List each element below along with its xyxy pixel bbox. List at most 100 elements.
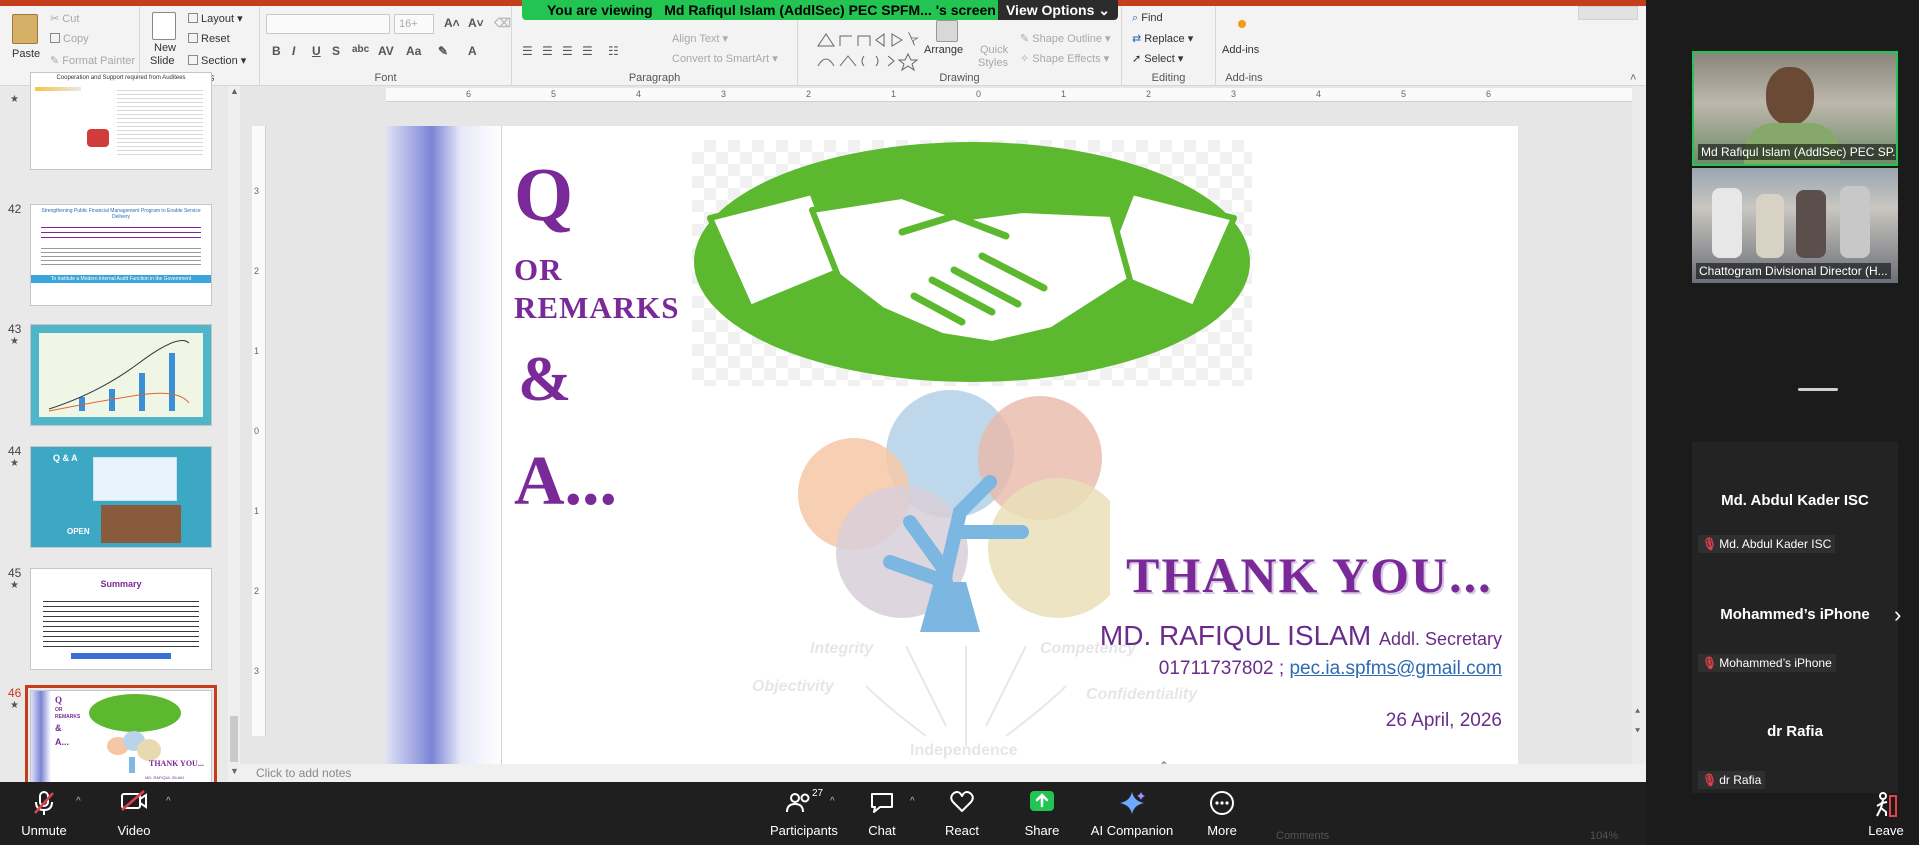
video-panel: Md Rafiqul Islam (AddlSec) PEC SP... Cha…	[1646, 0, 1919, 845]
scroll-up-icon[interactable]: ▲	[230, 86, 239, 96]
columns-icon[interactable]: ☷	[608, 44, 619, 58]
quick-styles-button[interactable]: Quick	[980, 44, 1008, 56]
slide-thumbnail-41[interactable]: Cooperation and Support required from Au…	[30, 72, 212, 170]
participants-button[interactable]: 27 Participants	[770, 782, 838, 845]
video-tile-presenter[interactable]: Md Rafiqul Islam (AddlSec) PEC SP...	[1692, 51, 1898, 166]
align-text-label: Align Text	[672, 33, 720, 45]
video-tile-chattogram[interactable]: Chattogram Divisional Director (H...	[1692, 168, 1898, 283]
notes-pane[interactable]: Click to add notes	[240, 764, 1646, 782]
slide-a-text: A...	[514, 443, 618, 520]
layout-label: Layout	[201, 13, 235, 25]
slide-thumbnail-44[interactable]: Q & A OPEN	[30, 446, 212, 548]
justify-icon[interactable]: ☰	[582, 44, 593, 58]
video-button[interactable]: Video	[104, 782, 164, 845]
presenter-name: MD. RAFIQUL ISLAM Addl. Secretary	[1100, 620, 1502, 652]
thumb-number-43: 43	[8, 322, 22, 336]
align-right-icon[interactable]: ☰	[562, 44, 573, 58]
panel-drag-handle[interactable]	[1798, 388, 1838, 391]
align-center-icon[interactable]: ☰	[542, 44, 553, 58]
thumb-45-footer	[71, 653, 171, 659]
shadow-icon[interactable]: S	[332, 44, 340, 58]
comments-status[interactable]: Comments	[1276, 830, 1329, 842]
align-text-button[interactable]: Align Text ▾	[672, 32, 728, 45]
participant-tile-mohammed-iphone[interactable]: Mohammed’s iPhone 🎙 Mohammed’s iPhone	[1692, 559, 1898, 676]
copy-button[interactable]: Copy	[50, 33, 89, 45]
addins-button[interactable]: Add-ins	[1222, 44, 1259, 56]
prev-slide-icon[interactable]: ⯅	[1634, 706, 1641, 717]
select-button[interactable]: ➚ Select ▾	[1132, 52, 1183, 65]
collapse-ribbon-icon[interactable]: ˄	[1630, 72, 1636, 84]
thumbnail-scroll-thumb[interactable]	[230, 716, 238, 762]
font-color-icon[interactable]: A	[468, 44, 477, 58]
cut-button[interactable]: ✂ Cut	[50, 12, 79, 25]
zoom-level[interactable]: 104%	[1590, 830, 1618, 842]
shape-outline-button[interactable]: ✎ Shape Outline ▾	[1020, 32, 1111, 45]
editor-scrollbar[interactable]: ⯅ ⯆	[1632, 86, 1646, 764]
presenter-email-link[interactable]: pec.ia.spfms@gmail.com	[1289, 658, 1502, 679]
next-slide-icon[interactable]: ⯆	[1634, 726, 1641, 737]
ai-companion-label: AI Companion	[1090, 823, 1174, 838]
grow-font-icon[interactable]: A˄	[444, 16, 460, 30]
share-banner-presenter: Md Rafiqul Islam (AddlSec) PEC SPFM...	[664, 2, 932, 18]
share-button[interactable]: Share	[1012, 782, 1072, 845]
shrink-font-icon[interactable]: A˅	[468, 16, 484, 30]
font-name-box[interactable]	[266, 14, 390, 34]
slide-wave-band	[386, 126, 502, 764]
clear-format-icon[interactable]: ⌫	[494, 16, 511, 30]
thumb-46-a: A...	[55, 737, 70, 747]
participant-tile-dr-rafia[interactable]: dr Rafia 🎙 dr Rafia	[1692, 676, 1898, 793]
new-slide-button-line2[interactable]: Slide	[150, 55, 174, 67]
convert-smartart-button[interactable]: Convert to SmartArt ▾	[672, 52, 778, 65]
more-button[interactable]: More	[1192, 782, 1252, 845]
highlight-icon[interactable]: ✎	[438, 44, 448, 58]
bold-icon[interactable]: B	[272, 44, 281, 58]
thumbnail-scrollbar[interactable]: ▲ ▼	[228, 86, 240, 782]
chat-button[interactable]: Chat	[852, 782, 912, 845]
convert-smartart-label: Convert to SmartArt	[672, 53, 770, 65]
find-label: Find	[1141, 12, 1163, 24]
unmute-button[interactable]: Unmute	[14, 782, 74, 845]
thumb-46-remarks: REMARKS	[55, 714, 81, 720]
thumb-46-q: Q	[55, 695, 63, 705]
participants-caret-icon[interactable]: ^	[830, 796, 835, 807]
slide-thumbnail-42[interactable]: Strengthening Public Financial Managemen…	[30, 204, 212, 306]
thumb-46-trunk	[129, 757, 135, 773]
italic-icon[interactable]: I	[292, 44, 295, 58]
slide-thumbnail-46[interactable]: Q OR REMARKS & A... THANK YOU... MD. RAF…	[25, 685, 217, 797]
shape-effects-button[interactable]: ✧ Shape Effects ▾	[1020, 52, 1109, 65]
react-button[interactable]: React	[932, 782, 992, 845]
font-size-box[interactable]: 16+	[394, 14, 434, 34]
shapes-gallery[interactable]	[814, 32, 924, 72]
quick-styles-button-line2[interactable]: Styles	[978, 57, 1008, 69]
paste-button[interactable]: Paste	[12, 48, 40, 60]
align-left-icon[interactable]: ☰	[522, 44, 533, 58]
participant-tile-abdul-kader[interactable]: Md. Abdul Kader ISC 🎙 Md. Abdul Kader ISC	[1692, 442, 1898, 559]
format-painter-button[interactable]: ✎ Format Painter	[50, 54, 135, 67]
audio-options-caret-icon[interactable]: ^	[76, 796, 81, 807]
section-button[interactable]: Section ▾	[188, 54, 246, 67]
notes-placeholder[interactable]: Click to add notes	[256, 764, 351, 782]
video-options-caret-icon[interactable]: ^	[166, 796, 171, 807]
slide-thumbnail-43[interactable]	[30, 324, 212, 426]
slide-thumbnail-45[interactable]: Summary	[30, 568, 212, 670]
next-page-chevron-icon[interactable]: ›	[1894, 602, 1901, 628]
new-slide-button[interactable]: New	[154, 42, 176, 54]
thumb-42-body	[41, 223, 201, 239]
find-button[interactable]: ⌕ Find	[1132, 12, 1163, 25]
arrange-button[interactable]: Arrange	[924, 44, 963, 56]
change-case-icon[interactable]: Aa	[406, 44, 421, 58]
view-options-button[interactable]: View Options ⌄	[998, 0, 1118, 20]
addins-icon	[1238, 20, 1246, 28]
strikethrough-icon[interactable]: abc	[352, 44, 369, 55]
layout-button[interactable]: Layout ▾	[188, 12, 243, 25]
ai-companion-button[interactable]: AI Companion	[1090, 782, 1174, 845]
leave-button[interactable]: Leave	[1858, 782, 1914, 845]
replace-button[interactable]: ⇄ Replace ▾	[1132, 32, 1193, 45]
scroll-down-icon[interactable]: ▼	[230, 766, 239, 776]
underline-icon[interactable]: U	[312, 44, 321, 58]
reset-button[interactable]: Reset	[188, 33, 230, 45]
slide-46-canvas[interactable]: Q OR REMARKS & A... Integrity Competency…	[386, 126, 1518, 764]
thumb-number-42: 42	[8, 202, 22, 216]
spacing-icon[interactable]: AV	[378, 44, 394, 58]
chat-caret-icon[interactable]: ^	[910, 796, 915, 807]
